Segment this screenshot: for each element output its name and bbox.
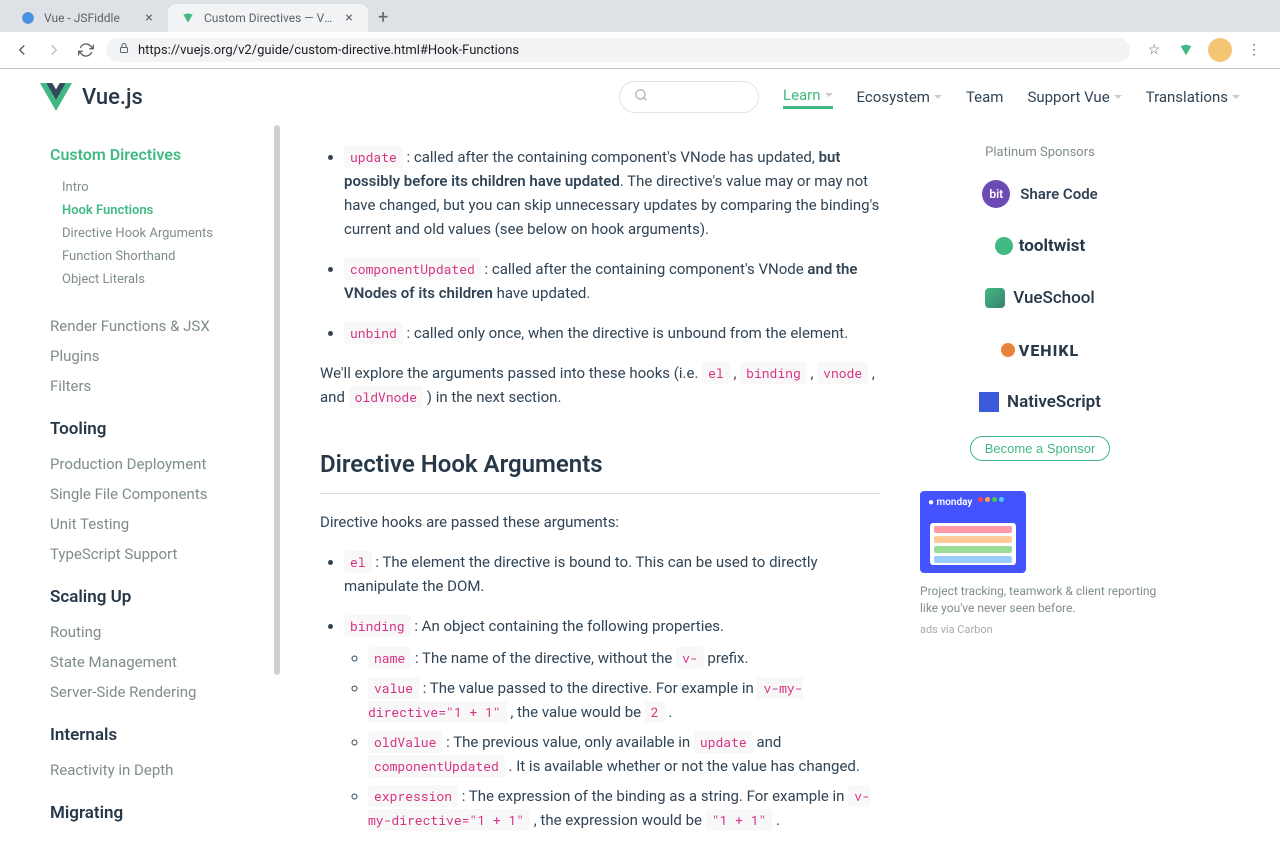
nav-section: Learn Ecosystem Team Support Vue Transla… [619, 81, 1240, 113]
search-input[interactable] [619, 81, 759, 113]
browser-toolbar: https://vuejs.org/v2/guide/custom-direct… [0, 32, 1280, 68]
sidebar-scrollbar[interactable] [274, 125, 280, 868]
sidebar-item-ssr[interactable]: Server-Side Rendering [50, 677, 280, 707]
args-intro: Directive hooks are passed these argumen… [320, 510, 880, 534]
sidebar-sub-hook-functions[interactable]: Hook Functions [50, 199, 280, 222]
chevron-down-icon [825, 93, 833, 97]
new-tab-button[interactable]: + [368, 3, 398, 32]
tooltwist-icon [995, 237, 1013, 255]
sponsor-vehikl[interactable]: VEHIKL [920, 332, 1160, 368]
sponsor-vueschool[interactable]: VueSchool [920, 280, 1160, 316]
chevron-down-icon [934, 95, 942, 99]
close-icon[interactable]: × [342, 11, 356, 25]
tab-title: Vue - JSFiddle [44, 11, 134, 25]
reload-button[interactable] [74, 38, 98, 62]
sidebar-item-testing[interactable]: Unit Testing [50, 509, 280, 539]
sidebar-title[interactable]: Custom Directives [50, 145, 280, 164]
sidebar-item-typescript[interactable]: TypeScript Support [50, 539, 280, 569]
toolbar-icons: ☆ ⋮ [1138, 38, 1270, 62]
browser-tab-vue-active[interactable]: Custom Directives — Vue.js × [168, 4, 368, 32]
browser-chrome: Vue - JSFiddle × Custom Directives — Vue… [0, 0, 1280, 69]
sidebar-heading-internals: Internals [50, 725, 280, 745]
sidebar-sub-object-literals[interactable]: Object Literals [50, 268, 280, 291]
become-sponsor-button[interactable]: Become a Sponsor [970, 436, 1111, 461]
sidebar-sub-shorthand[interactable]: Function Shorthand [50, 245, 280, 268]
arg-el: el : The element the directive is bound … [344, 550, 880, 598]
logo-text: Vue.js [82, 85, 143, 110]
logo[interactable]: Vue.js [40, 81, 143, 113]
explore-paragraph: We'll explore the arguments passed into … [320, 361, 880, 409]
binding-value: value : The value passed to the directiv… [368, 676, 880, 724]
nav-ecosystem[interactable]: Ecosystem [857, 88, 942, 106]
vueschool-icon [985, 288, 1005, 308]
ad-via[interactable]: ads via Carbon [920, 623, 1160, 636]
tab-title: Custom Directives — Vue.js [204, 11, 334, 25]
sponsor-tooltwist[interactable]: tooltwist [920, 228, 1160, 264]
right-sidebar: Platinum Sponsors bitShare Code tooltwis… [920, 125, 1180, 868]
sidebar-heading-migrating: Migrating [50, 803, 280, 823]
nav-support[interactable]: Support Vue [1027, 88, 1121, 106]
sidebar-item-sfc[interactable]: Single File Components [50, 479, 280, 509]
sidebar-item-reactivity[interactable]: Reactivity in Depth [50, 755, 280, 785]
main-content: update : called after the containing com… [280, 125, 920, 868]
sidebar-item-state[interactable]: State Management [50, 647, 280, 677]
chevron-down-icon [1232, 95, 1240, 99]
url-text: https://vuejs.org/v2/guide/custom-direct… [138, 43, 519, 58]
sidebar: Custom Directives Intro Hook Functions D… [0, 125, 280, 868]
code-unbind: unbind [344, 322, 403, 344]
binding-expression: expression : The expression of the bindi… [368, 784, 880, 832]
sidebar-heading-tooling: Tooling [50, 419, 280, 439]
vue-devtools-icon[interactable] [1176, 40, 1196, 60]
nativescript-icon [979, 392, 999, 412]
binding-name: name : The name of the directive, withou… [368, 646, 880, 670]
search-icon [634, 88, 648, 106]
browser-tab-jsfiddle[interactable]: Vue - JSFiddle × [8, 4, 168, 32]
hook-update: update : called after the containing com… [344, 145, 880, 241]
arg-binding: binding : An object containing the follo… [344, 614, 880, 832]
tabs-bar: Vue - JSFiddle × Custom Directives — Vue… [0, 0, 1280, 32]
forward-button[interactable] [42, 38, 66, 62]
sponsor-nativescript[interactable]: NativeScript [920, 384, 1160, 420]
hook-component-updated: componentUpdated : called after the cont… [344, 257, 880, 305]
code-component-updated: componentUpdated [344, 258, 481, 280]
vue-logo-icon [40, 81, 72, 113]
lock-icon [118, 42, 130, 58]
bit-icon: bit [982, 180, 1010, 208]
back-button[interactable] [10, 38, 34, 62]
sidebar-item-render[interactable]: Render Functions & JSX [50, 311, 280, 341]
sidebar-item-production[interactable]: Production Deployment [50, 449, 280, 479]
sidebar-item-plugins[interactable]: Plugins [50, 341, 280, 371]
binding-oldvalue: oldValue : The previous value, only avai… [368, 730, 880, 778]
sidebar-heading-scaling: Scaling Up [50, 587, 280, 607]
sidebar-sub-directive-args[interactable]: Directive Hook Arguments [50, 222, 280, 245]
nav-translations[interactable]: Translations [1146, 88, 1240, 106]
star-icon[interactable]: ☆ [1144, 40, 1164, 60]
sponsor-bit[interactable]: bitShare Code [920, 176, 1160, 212]
nav-learn[interactable]: Learn [783, 86, 833, 109]
sidebar-item-filters[interactable]: Filters [50, 371, 280, 401]
close-icon[interactable]: × [142, 11, 156, 25]
vue-favicon-icon [180, 10, 196, 26]
hook-unbind: unbind : called only once, when the dire… [344, 321, 880, 345]
sponsor-label: Platinum Sponsors [920, 145, 1160, 160]
vehikl-icon [1001, 343, 1015, 357]
heading-directive-hook-arguments: Directive Hook Arguments [320, 445, 880, 494]
sidebar-sub-intro[interactable]: Intro [50, 176, 280, 199]
menu-icon[interactable]: ⋮ [1244, 40, 1264, 60]
address-bar[interactable]: https://vuejs.org/v2/guide/custom-direct… [106, 38, 1130, 62]
nav-team[interactable]: Team [966, 88, 1004, 106]
profile-avatar[interactable] [1208, 38, 1232, 62]
ad-text[interactable]: Project tracking, teamwork & client repo… [920, 583, 1160, 617]
jsfiddle-favicon-icon [20, 10, 36, 26]
sidebar-item-routing[interactable]: Routing [50, 617, 280, 647]
carbon-ad-image[interactable]: ● monday [920, 491, 1026, 573]
code-update: update [344, 146, 403, 168]
chevron-down-icon [1114, 95, 1122, 99]
page-header: Vue.js Learn Ecosystem Team Support Vue … [0, 69, 1280, 125]
